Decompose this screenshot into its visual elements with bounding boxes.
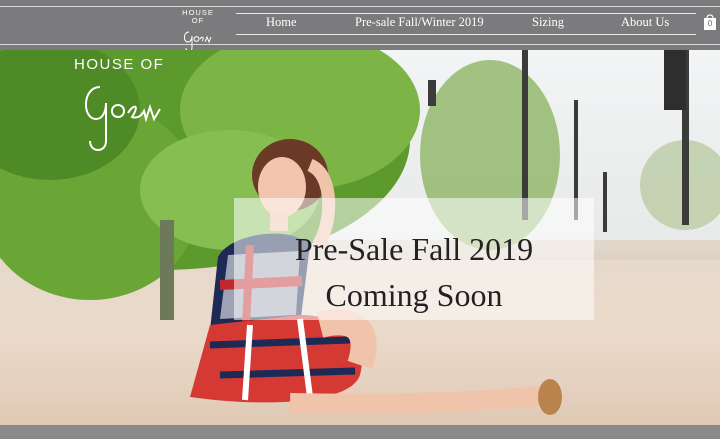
cart-count: 0 <box>707 19 713 28</box>
hero-banner: HOUSE OF Pre-Sale Fall 2019 Coming Soon <box>0 50 720 425</box>
nav-about[interactable]: About Us <box>621 15 669 30</box>
nav-home[interactable]: Home <box>266 15 297 30</box>
headline-line1: Pre-Sale Fall 2019 <box>294 231 534 267</box>
nav-presale[interactable]: Pre-sale Fall/Winter 2019 <box>355 15 484 30</box>
nav-sizing[interactable]: Sizing <box>532 15 564 30</box>
hero-headline: Pre-Sale Fall 2019 Coming Soon <box>234 226 594 318</box>
logo-script-mark <box>183 31 212 52</box>
logo-text-top: HOUSE OF <box>182 8 214 25</box>
footer-strip <box>0 425 720 439</box>
nav-rule-bottom <box>236 34 696 35</box>
nav-rule-top <box>236 13 696 14</box>
header-bottom-rule <box>0 44 720 45</box>
site-header: HOUSE OF Home Pre-sale Fall/Winter 2019 … <box>0 0 720 52</box>
hero-logo-top: HOUSE OF <box>74 56 165 73</box>
background-tree-right <box>640 140 720 230</box>
header-logo[interactable]: HOUSE OF <box>176 8 220 52</box>
cart-button[interactable]: 0 <box>703 13 717 31</box>
header-top-rule <box>0 6 720 7</box>
small-post <box>603 172 607 232</box>
headline-line2: Coming Soon <box>325 277 503 313</box>
traffic-signal <box>664 50 686 110</box>
